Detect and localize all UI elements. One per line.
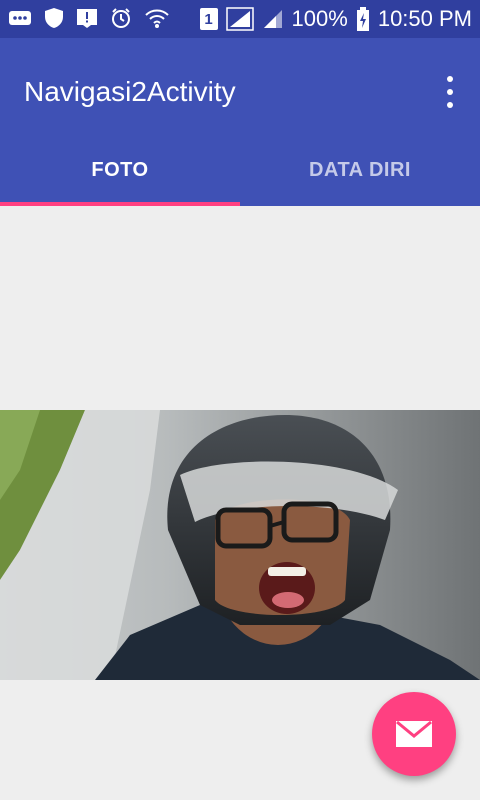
- alarm-icon: [112, 8, 130, 28]
- email-fab[interactable]: [372, 692, 456, 776]
- profile-photo: [0, 410, 480, 680]
- clock: 10:50 PM: [377, 6, 472, 31]
- status-bar: 1 100% 10:50 PM: [0, 0, 480, 38]
- signal-icon: [225, 7, 254, 31]
- tab-foto[interactable]: FOTO: [0, 135, 240, 206]
- status-icons-right: 1 100% 10:50 PM: [199, 6, 472, 32]
- sim-icon: 1: [199, 8, 218, 30]
- app-bar: Navigasi2Activity FOTO DATA DIRI: [0, 38, 480, 206]
- wifi-icon: [145, 9, 169, 28]
- battery-percentage: 100%: [291, 6, 348, 31]
- more-notifications-icon: [9, 11, 31, 25]
- app-title: Navigasi2Activity: [24, 76, 236, 107]
- battery-charging-icon: [356, 7, 369, 31]
- download-alert-icon: [77, 9, 97, 28]
- signal-icon-2: [263, 10, 282, 28]
- email-icon: [396, 720, 432, 747]
- shield-icon: [45, 8, 63, 28]
- more-vert-icon[interactable]: [440, 76, 460, 108]
- tab-bar: FOTO DATA DIRI: [0, 135, 480, 206]
- tab-data-diri[interactable]: DATA DIRI: [240, 135, 480, 206]
- status-icons-left: [8, 7, 170, 29]
